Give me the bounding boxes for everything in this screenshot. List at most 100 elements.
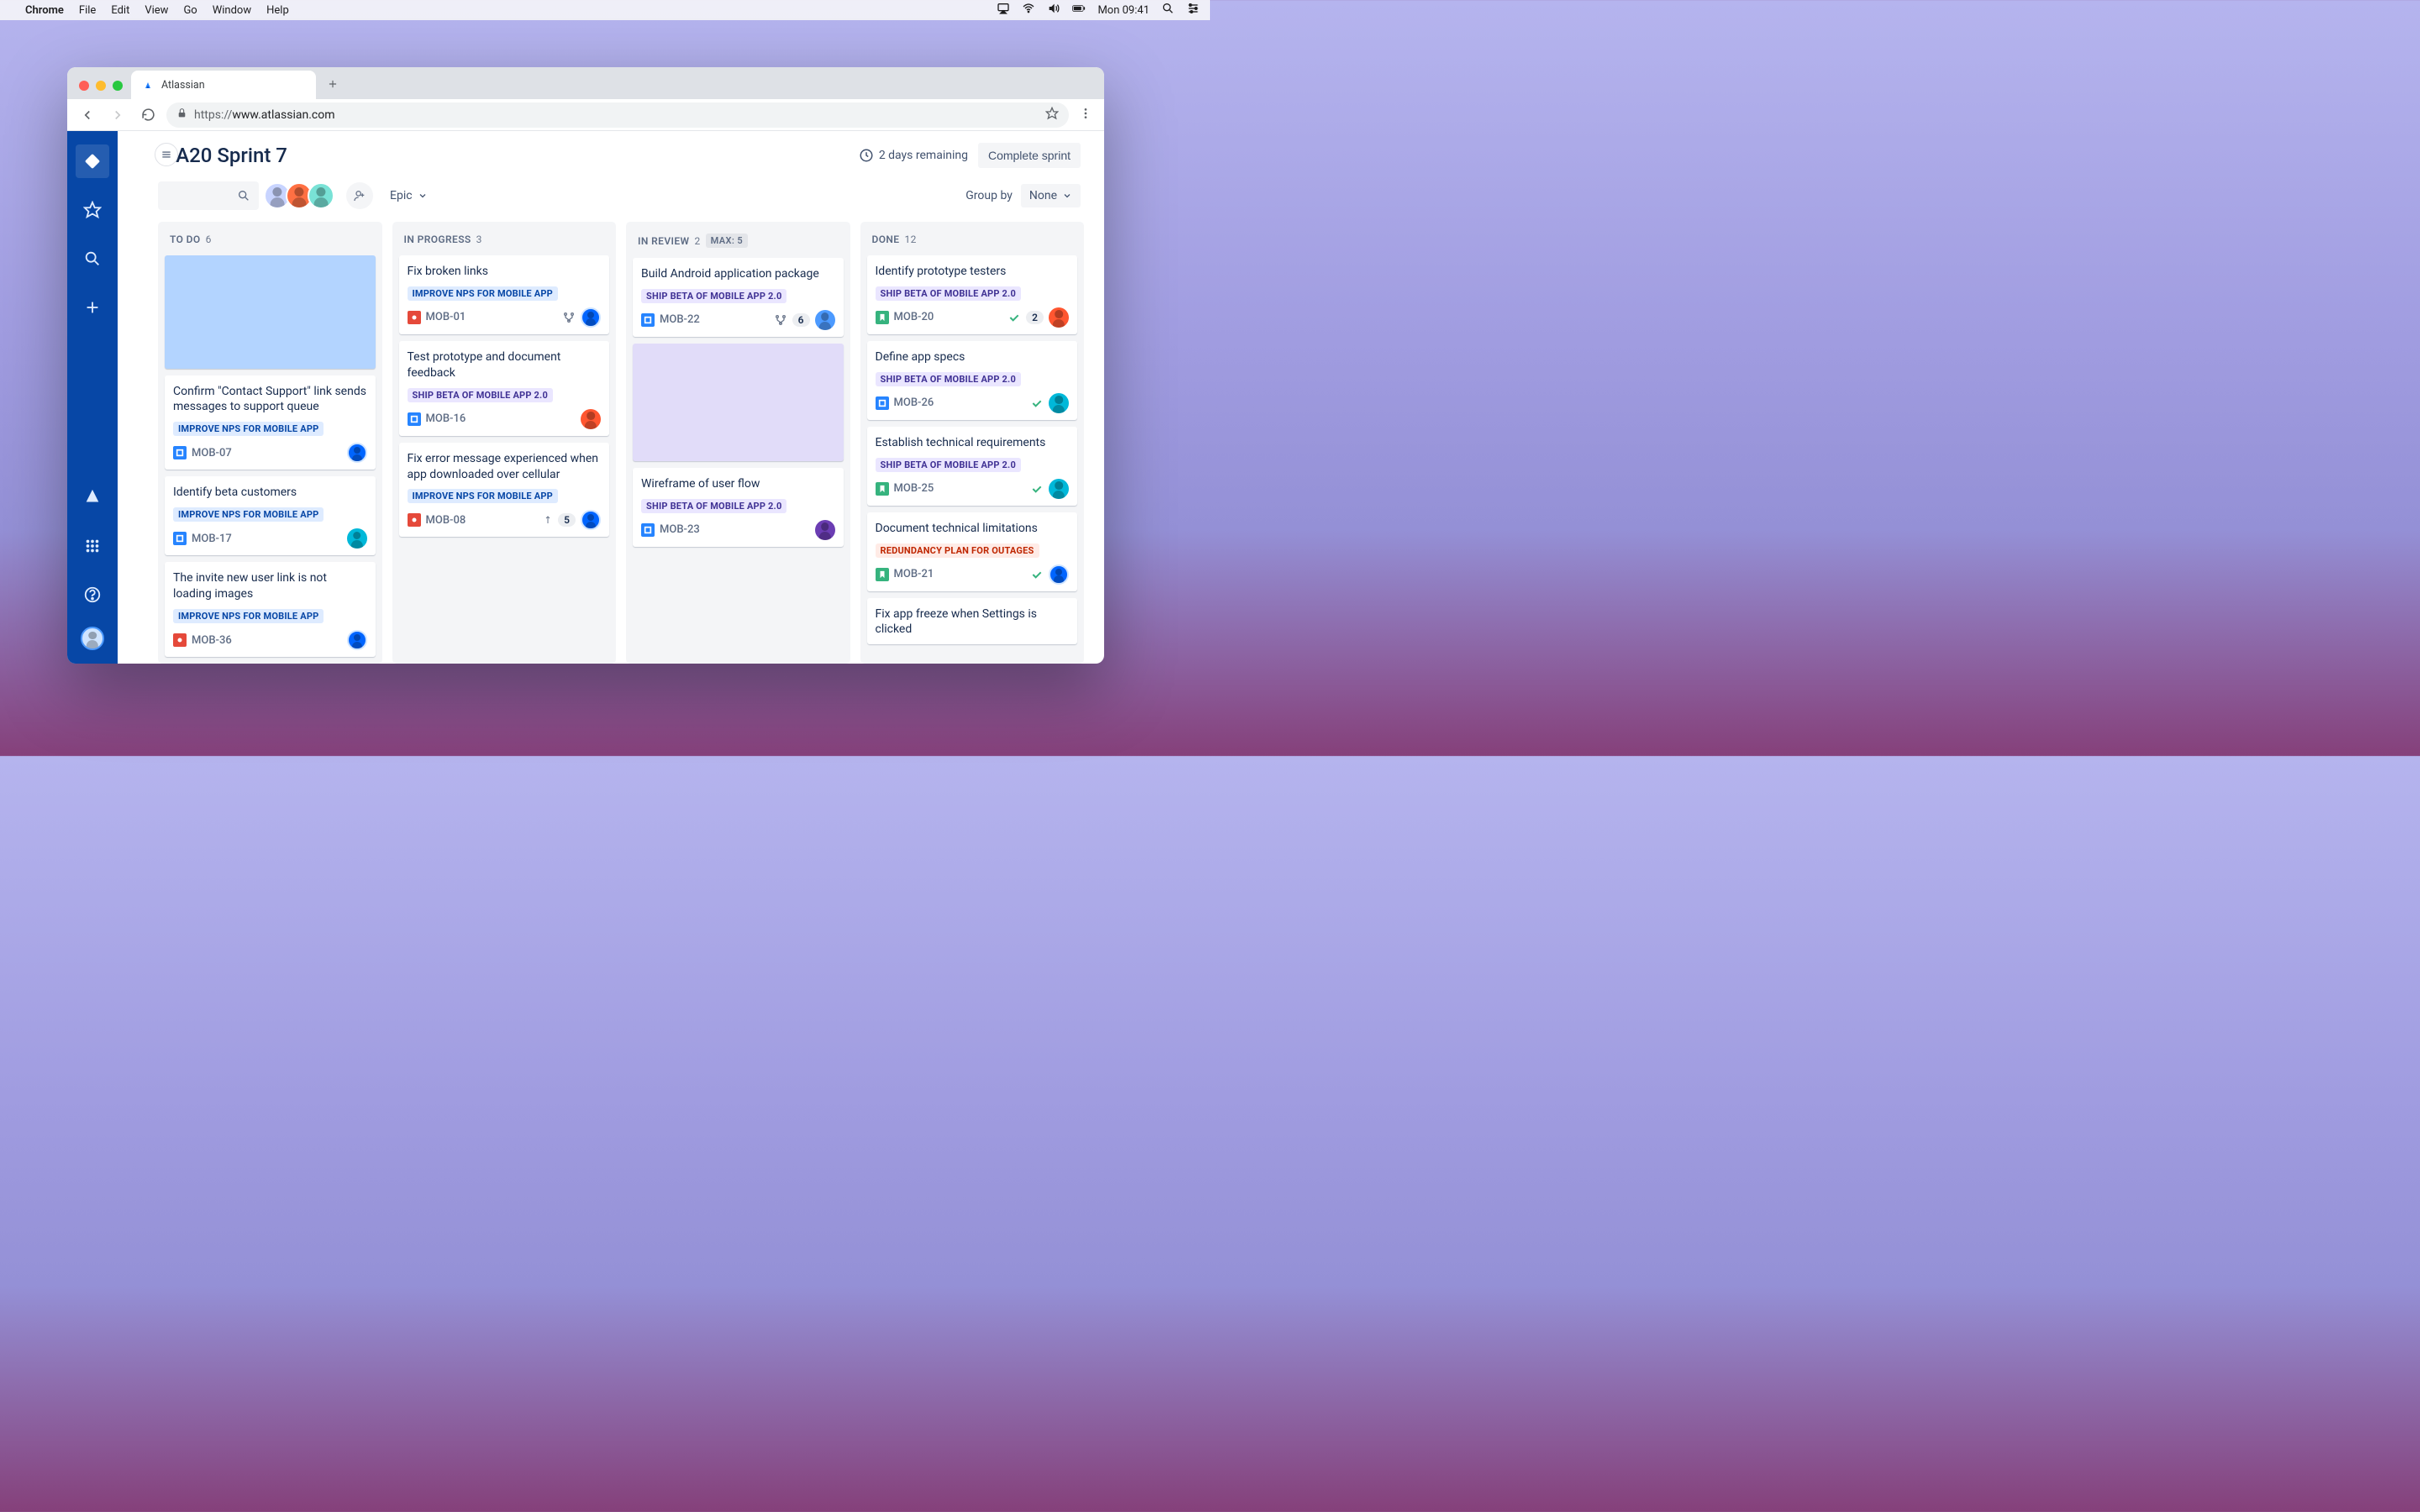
assignee-avatar[interactable] bbox=[347, 630, 367, 650]
sidebar-collapse-icon[interactable] bbox=[155, 143, 178, 166]
menu-help[interactable]: Help bbox=[266, 4, 289, 17]
column-max: MAX: 5 bbox=[706, 234, 748, 248]
star-icon[interactable] bbox=[76, 193, 109, 227]
menu-file[interactable]: File bbox=[79, 4, 96, 17]
assignee-avatar[interactable] bbox=[581, 409, 601, 429]
issue-key[interactable]: MOB-23 bbox=[641, 523, 700, 537]
card-placeholder[interactable] bbox=[633, 344, 844, 461]
control-center-icon[interactable] bbox=[1186, 2, 1200, 18]
assignee-avatar[interactable] bbox=[581, 510, 601, 530]
assignee-filter[interactable] bbox=[269, 182, 334, 209]
complete-sprint-button[interactable]: Complete sprint bbox=[978, 143, 1081, 168]
sprint-remaining: 2 days remaining bbox=[859, 148, 968, 163]
assignee-avatar[interactable] bbox=[1049, 393, 1069, 413]
issue-card[interactable]: Fix error message experienced when app d… bbox=[399, 443, 610, 538]
spotlight-icon[interactable] bbox=[1161, 2, 1175, 18]
battery-icon[interactable] bbox=[1072, 2, 1086, 18]
back-button[interactable] bbox=[76, 103, 99, 127]
epic-label[interactable]: IMPROVE NPS FOR MOBILE APP bbox=[173, 507, 324, 522]
task-icon bbox=[876, 396, 889, 410]
menubar-app[interactable]: Chrome bbox=[25, 4, 64, 17]
issue-key[interactable]: MOB-20 bbox=[876, 311, 934, 324]
issue-key[interactable]: MOB-08 bbox=[408, 513, 466, 527]
search-icon[interactable] bbox=[76, 242, 109, 276]
reload-button[interactable] bbox=[136, 103, 160, 127]
task-icon bbox=[641, 523, 655, 537]
issue-card[interactable]: Define app specsSHIP BETA OF MOBILE APP … bbox=[867, 341, 1078, 420]
epic-label[interactable]: SHIP BETA OF MOBILE APP 2.0 bbox=[641, 289, 786, 303]
assignee-avatar[interactable] bbox=[815, 310, 835, 330]
issue-key[interactable]: MOB-21 bbox=[876, 568, 934, 581]
epic-label[interactable]: IMPROVE NPS FOR MOBILE APP bbox=[408, 489, 558, 503]
notification-icon[interactable] bbox=[76, 480, 109, 514]
maximize-window-button[interactable] bbox=[113, 81, 123, 91]
epic-label[interactable]: SHIP BETA OF MOBILE APP 2.0 bbox=[876, 286, 1021, 301]
menubar-clock[interactable]: Mon 09:41 bbox=[1097, 4, 1150, 17]
issue-key[interactable]: MOB-16 bbox=[408, 412, 466, 426]
assignee-avatar[interactable] bbox=[347, 443, 367, 463]
menu-edit[interactable]: Edit bbox=[111, 4, 129, 17]
address-bar[interactable]: https://www.atlassian.com bbox=[166, 102, 1069, 128]
epic-label[interactable]: SHIP BETA OF MOBILE APP 2.0 bbox=[876, 458, 1021, 472]
issue-key[interactable]: MOB-22 bbox=[641, 313, 700, 327]
bookmark-star-icon[interactable] bbox=[1045, 107, 1059, 123]
epic-label[interactable]: SHIP BETA OF MOBILE APP 2.0 bbox=[408, 388, 553, 402]
issue-card[interactable]: Confirm "Contact Support" link sends mes… bbox=[165, 375, 376, 470]
issue-key[interactable]: MOB-36 bbox=[173, 633, 232, 647]
help-icon[interactable] bbox=[76, 578, 109, 612]
group-by-dropdown[interactable]: None bbox=[1021, 184, 1081, 207]
epic-label[interactable]: IMPROVE NPS FOR MOBILE APP bbox=[173, 422, 324, 436]
issue-key[interactable]: MOB-01 bbox=[408, 311, 466, 324]
forward-button[interactable] bbox=[106, 103, 129, 127]
epic-label[interactable]: SHIP BETA OF MOBILE APP 2.0 bbox=[876, 372, 1021, 386]
assignee-avatar[interactable] bbox=[815, 520, 835, 540]
chrome-menu-icon[interactable] bbox=[1079, 107, 1092, 123]
create-icon[interactable] bbox=[76, 291, 109, 324]
issue-key[interactable]: MOB-26 bbox=[876, 396, 934, 410]
epic-label[interactable]: SHIP BETA OF MOBILE APP 2.0 bbox=[641, 499, 786, 513]
issue-card[interactable]: Identify beta customersIMPROVE NPS FOR M… bbox=[165, 476, 376, 555]
add-people-button[interactable] bbox=[346, 182, 373, 209]
card-title: Identify prototype testers bbox=[876, 264, 1070, 280]
issue-key[interactable]: MOB-25 bbox=[876, 482, 934, 496]
volume-icon[interactable] bbox=[1047, 2, 1060, 18]
issue-card[interactable]: Build Android application packageSHIP BE… bbox=[633, 258, 844, 337]
browser-tab[interactable]: Atlassian bbox=[131, 71, 316, 99]
card-footer: MOB-26 bbox=[876, 393, 1070, 413]
avatar[interactable] bbox=[308, 182, 334, 209]
menu-view[interactable]: View bbox=[145, 4, 168, 17]
minimize-window-button[interactable] bbox=[96, 81, 106, 91]
card-placeholder[interactable] bbox=[165, 255, 376, 369]
menu-go[interactable]: Go bbox=[183, 4, 197, 17]
epic-dropdown[interactable]: Epic bbox=[383, 184, 434, 207]
issue-card[interactable]: Wireframe of user flowSHIP BETA OF MOBIL… bbox=[633, 468, 844, 547]
column-count: 12 bbox=[904, 234, 916, 245]
epic-label[interactable]: IMPROVE NPS FOR MOBILE APP bbox=[173, 609, 324, 623]
new-tab-button[interactable] bbox=[321, 72, 345, 96]
board-column: IN REVIEW 2 MAX: 5Build Android applicat… bbox=[626, 222, 850, 664]
assignee-avatar[interactable] bbox=[581, 307, 601, 328]
assignee-avatar[interactable] bbox=[1049, 307, 1069, 328]
issue-card[interactable]: The invite new user link is not loading … bbox=[165, 562, 376, 657]
epic-label[interactable]: IMPROVE NPS FOR MOBILE APP bbox=[408, 286, 558, 301]
menu-window[interactable]: Window bbox=[213, 4, 251, 17]
issue-card[interactable]: Identify prototype testers SHIP BETA OF M… bbox=[867, 255, 1078, 334]
epic-label[interactable]: REDUNDANCY PLAN FOR OUTAGES bbox=[876, 543, 1039, 558]
issue-key[interactable]: MOB-17 bbox=[173, 532, 232, 545]
board-search[interactable] bbox=[158, 181, 259, 210]
issue-card[interactable]: Document technical limitationsREDUNDANCY… bbox=[867, 512, 1078, 591]
issue-key[interactable]: MOB-07 bbox=[173, 446, 232, 459]
jira-logo-icon[interactable] bbox=[76, 144, 109, 178]
issue-card[interactable]: Fix broken linksIMPROVE NPS FOR MOBILE A… bbox=[399, 255, 610, 334]
assignee-avatar[interactable] bbox=[1049, 479, 1069, 499]
assignee-avatar[interactable] bbox=[1049, 564, 1069, 585]
issue-card[interactable]: Test prototype and document feedbackSHIP… bbox=[399, 341, 610, 436]
airplay-icon[interactable] bbox=[997, 2, 1010, 18]
close-window-button[interactable] bbox=[79, 81, 89, 91]
apps-icon[interactable] bbox=[76, 529, 109, 563]
assignee-avatar[interactable] bbox=[347, 528, 367, 549]
issue-card[interactable]: Establish technical requirementsSHIP BET… bbox=[867, 427, 1078, 506]
profile-avatar[interactable] bbox=[81, 627, 104, 650]
issue-card[interactable]: Fix app freeze when Settings is clicked bbox=[867, 598, 1078, 645]
wifi-icon[interactable] bbox=[1022, 2, 1035, 18]
